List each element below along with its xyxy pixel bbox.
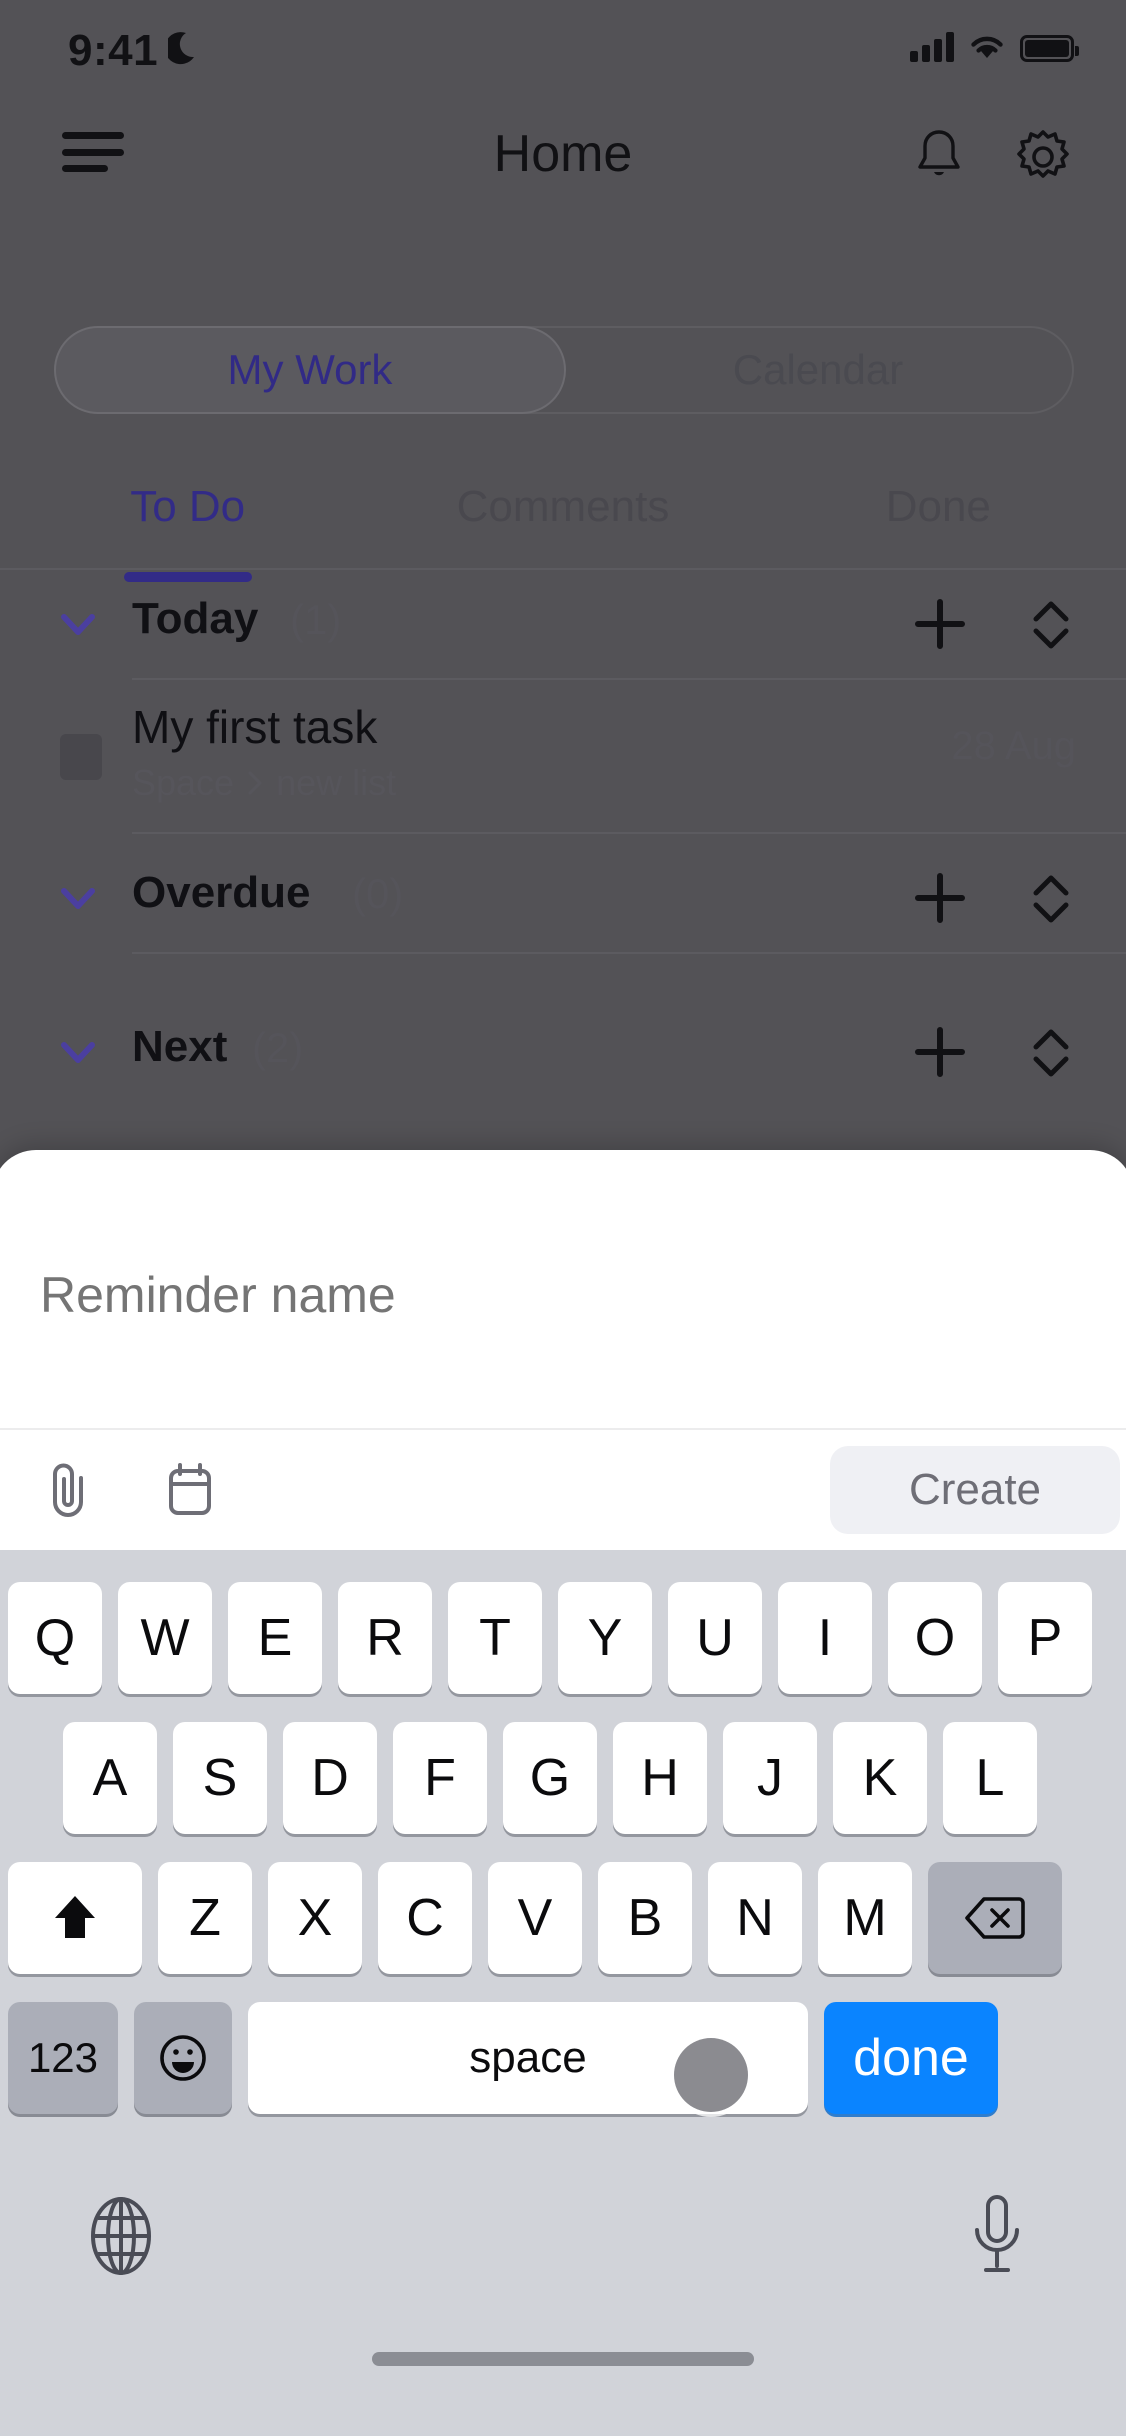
- emoji-smiley-icon: [160, 2035, 206, 2081]
- section-count: (2): [252, 1024, 304, 1071]
- key-p[interactable]: P: [998, 1582, 1092, 1694]
- task-title: My first task: [132, 701, 378, 753]
- calendar-icon[interactable]: [160, 1460, 220, 1520]
- chevron-right-icon: [248, 771, 262, 795]
- tab-to-do[interactable]: To Do: [0, 460, 375, 570]
- key-q[interactable]: Q: [8, 1582, 102, 1694]
- shift-arrow-icon: [55, 1896, 95, 1938]
- chevron-down-icon[interactable]: [56, 602, 100, 646]
- status-bar: 9:41: [0, 0, 1126, 92]
- tab-done[interactable]: Done: [751, 460, 1126, 570]
- plus-icon[interactable]: [912, 870, 968, 926]
- row-separator: [132, 832, 1126, 834]
- task-breadcrumb: Space new list: [132, 762, 396, 804]
- chevron-down-icon[interactable]: [56, 1030, 100, 1074]
- key-j[interactable]: J: [723, 1722, 817, 1834]
- segment-my-work[interactable]: My Work: [54, 326, 566, 414]
- sort-updown-icon[interactable]: [1024, 870, 1078, 928]
- key-g[interactable]: G: [503, 1722, 597, 1834]
- app-header: Home: [0, 92, 1126, 210]
- paperclip-icon[interactable]: [40, 1458, 96, 1522]
- section-header-today[interactable]: Today (1): [0, 572, 1126, 678]
- key-b[interactable]: B: [598, 1862, 692, 1974]
- key-u[interactable]: U: [668, 1582, 762, 1694]
- cellular-signal-icon: [910, 32, 954, 62]
- key-s[interactable]: S: [173, 1722, 267, 1834]
- key-f[interactable]: F: [393, 1722, 487, 1834]
- backspace-key[interactable]: [928, 1862, 1062, 1974]
- tab-bar-divider: [0, 568, 1126, 570]
- chevron-down-icon[interactable]: [56, 876, 100, 920]
- breadcrumb-list: new list: [276, 762, 397, 803]
- key-w[interactable]: W: [118, 1582, 212, 1694]
- row-separator: [132, 678, 1126, 680]
- key-d[interactable]: D: [283, 1722, 377, 1834]
- section-header-next[interactable]: Next (2): [0, 1000, 1126, 1106]
- key-r[interactable]: R: [338, 1582, 432, 1694]
- numeric-key[interactable]: 123: [8, 2002, 118, 2114]
- row-separator: [132, 952, 1126, 954]
- bell-icon[interactable]: [912, 127, 966, 185]
- home-indicator: [372, 2352, 754, 2366]
- segment-calendar[interactable]: Calendar: [564, 328, 1072, 412]
- keyboard-bottom-bar: [0, 2150, 1126, 2330]
- microphone-icon[interactable]: [968, 2192, 1026, 2278]
- section-header-overdue[interactable]: Overdue (0): [0, 846, 1126, 952]
- create-button[interactable]: Create: [830, 1446, 1120, 1534]
- gear-icon[interactable]: [1012, 126, 1074, 188]
- plus-icon[interactable]: [912, 596, 968, 652]
- shift-key[interactable]: [8, 1862, 142, 1974]
- key-x[interactable]: X: [268, 1862, 362, 1974]
- keyboard-row-4: 123 space done: [8, 2002, 998, 2114]
- screen-root: 9:41 Home My Work Calendar To Do Comment…: [0, 0, 1126, 2436]
- keyboard-row-2: A S D F G H J K L: [63, 1722, 1037, 1834]
- segmented-control: My Work Calendar: [54, 326, 1074, 414]
- emoji-key[interactable]: [134, 2002, 232, 2114]
- sheet-toolbar: Create: [0, 1430, 1126, 1550]
- touch-cursor-indicator: [674, 2038, 748, 2112]
- status-bar-time: 9:41: [68, 26, 159, 75]
- key-c[interactable]: C: [378, 1862, 472, 1974]
- return-key[interactable]: done: [824, 2002, 998, 2114]
- section-title: Overdue: [132, 868, 311, 917]
- key-a[interactable]: A: [63, 1722, 157, 1834]
- breadcrumb-space: Space: [132, 762, 235, 803]
- keyboard-row-3: Z X C V B N M: [8, 1862, 1062, 1974]
- plus-icon[interactable]: [912, 1024, 968, 1080]
- key-v[interactable]: V: [488, 1862, 582, 1974]
- keyboard-row-1: Q W E R T Y U I O P: [8, 1582, 1092, 1694]
- sort-updown-icon[interactable]: [1024, 1024, 1078, 1082]
- backspace-icon: [965, 1897, 1025, 1939]
- tab-bar: To Do Comments Done: [0, 460, 1126, 570]
- section-count: (1): [290, 596, 342, 643]
- key-n[interactable]: N: [708, 1862, 802, 1974]
- key-k[interactable]: K: [833, 1722, 927, 1834]
- checkbox-icon[interactable]: [60, 734, 102, 780]
- key-h[interactable]: H: [613, 1722, 707, 1834]
- onscreen-keyboard: Q W E R T Y U I O P A S D F G H J K L Z …: [0, 1550, 1126, 2436]
- wifi-icon: [971, 36, 1003, 58]
- task-due-date: 28 Aug: [951, 724, 1076, 768]
- key-i[interactable]: I: [778, 1582, 872, 1694]
- globe-icon[interactable]: [84, 2194, 158, 2278]
- reminder-name-input[interactable]: [40, 1250, 1040, 1340]
- key-m[interactable]: M: [818, 1862, 912, 1974]
- reminder-sheet: Create: [0, 1150, 1126, 1550]
- section-title: Next: [132, 1022, 228, 1071]
- tab-comments[interactable]: Comments: [375, 460, 750, 570]
- sort-updown-icon[interactable]: [1024, 596, 1078, 654]
- task-row[interactable]: My first task Space new list 28 Aug: [0, 682, 1126, 832]
- key-o[interactable]: O: [888, 1582, 982, 1694]
- section-count: (0): [352, 870, 404, 917]
- section-title: Today: [132, 594, 259, 643]
- key-t[interactable]: T: [448, 1582, 542, 1694]
- key-z[interactable]: Z: [158, 1862, 252, 1974]
- key-e[interactable]: E: [228, 1582, 322, 1694]
- battery-icon: [1020, 35, 1079, 62]
- status-bar-indicators: [910, 32, 1079, 62]
- key-y[interactable]: Y: [558, 1582, 652, 1694]
- moon-icon: [168, 32, 194, 65]
- key-l[interactable]: L: [943, 1722, 1037, 1834]
